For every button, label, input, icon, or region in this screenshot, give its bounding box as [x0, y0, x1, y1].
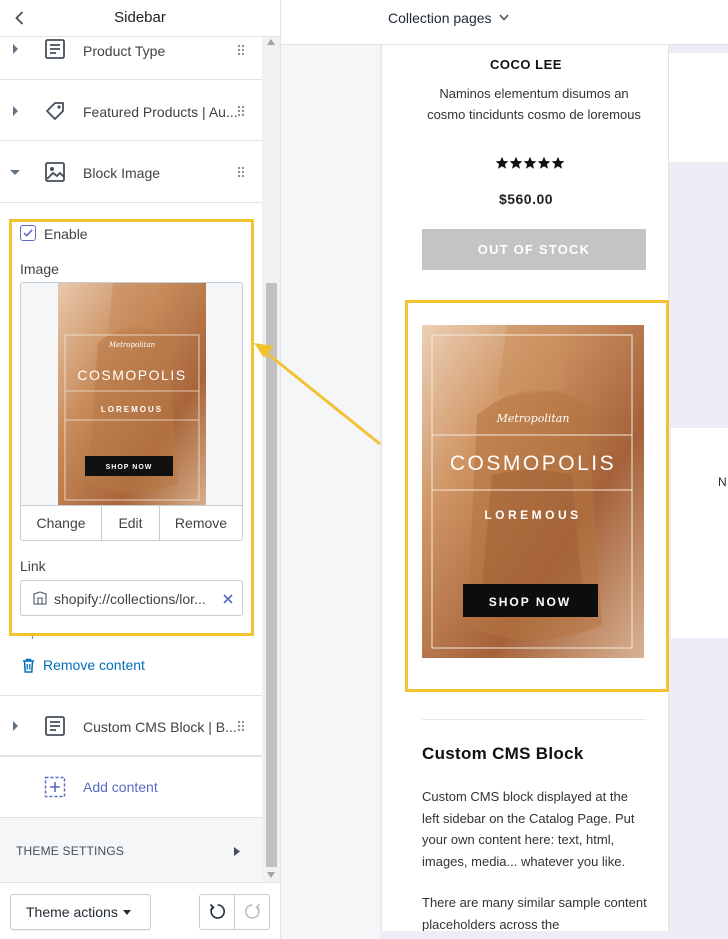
banner-subline: LOREMOUS [484, 508, 581, 522]
out-of-stock-button[interactable]: OUT OF STOCK [422, 229, 646, 270]
collection-icon [33, 591, 47, 605]
trash-icon [23, 658, 34, 673]
section-custom-cms-block[interactable]: Custom CMS Block | B... [0, 695, 262, 756]
clear-link-icon[interactable] [221, 592, 235, 606]
image-field-label: Image [20, 261, 59, 277]
drag-handle-icon[interactable] [237, 166, 245, 178]
banner-subline: LOREMOUS [101, 405, 163, 414]
enable-label: Enable [44, 226, 88, 242]
checkmark-icon [23, 229, 33, 237]
divider [0, 202, 262, 203]
image-icon [45, 162, 65, 182]
caret-down-icon [123, 910, 131, 915]
cut-off-text: N [718, 475, 727, 489]
theme-editor-sidebar: Sidebar Product Type Featured Products |… [0, 0, 281, 939]
storefront-preview: Collection pages N COCO LEE Naminos elem… [281, 0, 728, 939]
undo-button[interactable] [200, 895, 235, 929]
section-product-type[interactable]: Product Type [0, 37, 262, 80]
chevron-right-icon[interactable] [11, 721, 19, 731]
star-icon [551, 156, 565, 169]
sidebar-footer: Theme actions [0, 882, 280, 939]
section-label: Featured Products | Au... [83, 104, 238, 120]
banner-button-text: SHOP NOW [106, 464, 153, 471]
product-description: Naminos elementum disumos an cosmo tinci… [427, 86, 641, 122]
image-actions: Change Edit Remove [21, 505, 242, 540]
divider [0, 756, 262, 757]
star-icon [495, 156, 509, 169]
theme-settings-label: THEME SETTINGS [16, 844, 125, 858]
theme-actions-button[interactable]: Theme actions [10, 894, 151, 930]
banner-headline: COSMOPOLIS [450, 452, 616, 475]
text-block-icon [45, 39, 65, 59]
theme-settings-row[interactable]: THEME SETTINGS [0, 817, 262, 882]
drag-handle-icon[interactable] [237, 720, 245, 732]
text-block-icon [45, 716, 65, 736]
preview-banner-image[interactable]: Metropolitan COSMOPOLIS LOREMOUS SHOP NO… [422, 325, 644, 658]
banner-script-text: Metropolitan [108, 341, 156, 349]
redo-icon [245, 903, 261, 919]
theme-actions-label: Theme actions [26, 904, 118, 920]
edit-image-button[interactable]: Edit [102, 506, 160, 540]
link-value: shopify://collections/lor... [54, 591, 206, 607]
banner-headline: COSMOPOLIS [77, 367, 186, 383]
undo-redo-group [199, 894, 270, 930]
scroll-up-arrow-icon[interactable] [267, 39, 275, 45]
chevron-right-icon [234, 847, 240, 856]
divider [422, 719, 646, 720]
remove-image-button[interactable]: Remove [160, 506, 242, 540]
preview-top-bar: Collection pages [281, 0, 728, 45]
star-icon [523, 156, 537, 169]
chevron-right-icon[interactable] [11, 106, 19, 116]
product-price: $560.00 [498, 191, 554, 207]
remove-content-label: Remove content [43, 657, 145, 673]
enable-checkbox[interactable] [20, 225, 36, 241]
star-icon [509, 156, 523, 169]
drag-handle-icon[interactable] [237, 44, 245, 56]
section-block-image[interactable]: Block Image [0, 141, 262, 202]
link-input[interactable]: shopify://collections/lor... [20, 580, 243, 616]
section-label: Block Image [83, 165, 161, 181]
star-icon [537, 156, 551, 169]
drag-handle-icon[interactable] [237, 105, 245, 117]
page-selector[interactable]: Collection pages [388, 10, 492, 26]
callout-arrow-icon [254, 343, 381, 446]
add-content-label: Add content [83, 779, 158, 795]
banner-script-text: Metropolitan [496, 412, 570, 425]
preview-content-edge [671, 428, 728, 638]
scroll-down-arrow-icon[interactable] [267, 872, 275, 878]
product-vendor[interactable]: COCO LEE [382, 57, 668, 72]
cms-block-title: Custom CMS Block [422, 744, 584, 763]
banner-image-thumbnail: Metropolitan COSMOPOLIS LOREMOUS SHOP NO… [58, 283, 206, 505]
redo-button[interactable] [235, 895, 269, 929]
add-block-icon [44, 776, 66, 798]
undo-icon [209, 903, 225, 919]
sidebar-title: Sidebar [114, 9, 166, 26]
banner-button-text: SHOP NOW [489, 595, 571, 609]
cms-block-text: There are many similar sample content pl… [422, 895, 647, 931]
chevron-down-icon[interactable] [499, 14, 509, 21]
section-label: Product Type [83, 43, 166, 59]
cms-block-text: Custom CMS block displayed at the left s… [422, 789, 635, 869]
section-label: Custom CMS Block | B... [83, 719, 237, 735]
product-rating [495, 156, 565, 170]
change-image-button[interactable]: Change [21, 506, 102, 540]
chevron-right-icon[interactable] [11, 44, 19, 54]
link-field-label: Link [20, 558, 46, 574]
section-featured-products[interactable]: Featured Products | Au... [0, 80, 262, 141]
tag-icon [46, 102, 64, 120]
sidebar-header: Sidebar [0, 0, 280, 37]
chevron-down-icon[interactable] [10, 168, 20, 176]
image-picker[interactable]: Metropolitan COSMOPOLIS LOREMOUS SHOP NO… [20, 282, 243, 541]
sidebar-scrollbar[interactable] [262, 37, 280, 882]
